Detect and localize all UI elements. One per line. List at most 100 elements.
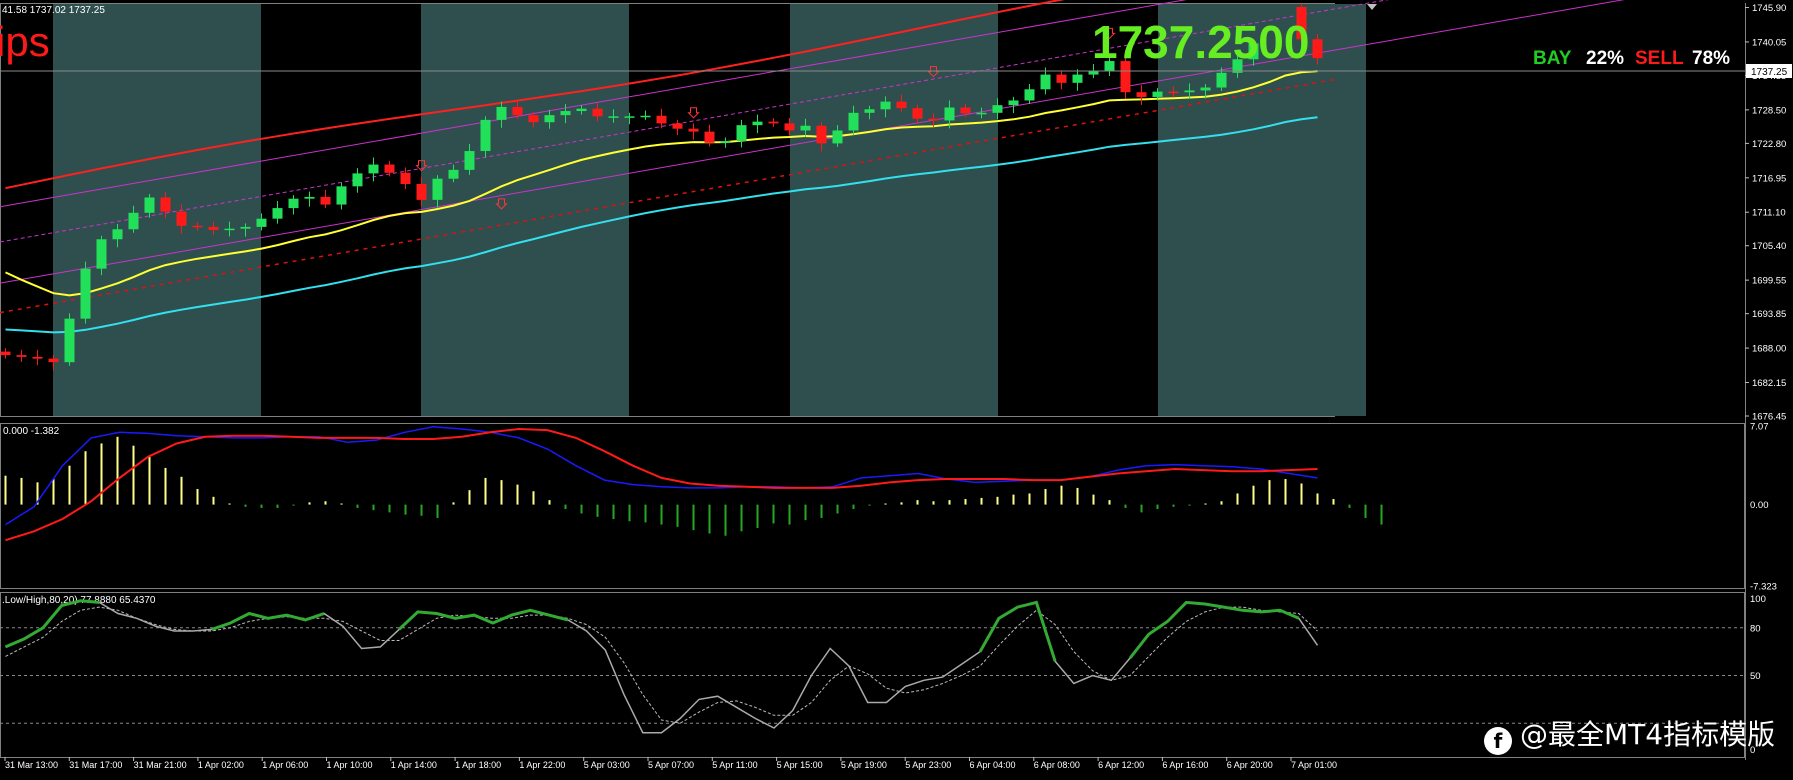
watermark-text: @最全MT4指标模版 — [1520, 718, 1776, 751]
macd-series: 7.07 0.00 -7.323 — [4, 422, 1777, 593]
candle-body — [496, 106, 507, 120]
main-price-pane[interactable]: 41.58 1737.02 1737.25 ips 1737.2500 BAY … — [0, 0, 1745, 417]
candle-body — [0, 351, 11, 356]
candle-body — [48, 358, 59, 363]
time-tick-label: 6 Apr 08:00 — [1034, 760, 1080, 770]
watermark: f @最全MT4指标模版 — [1484, 713, 1775, 755]
candle-body — [256, 218, 267, 227]
candle-body — [1168, 91, 1179, 94]
candle-body — [432, 178, 443, 200]
time-tick-label: 6 Apr 04:00 — [970, 760, 1016, 770]
trading-chart[interactable]: 41.58 1737.02 1737.25 ips 1737.2500 BAY … — [0, 0, 1793, 780]
price-tick-label: 1693.85 — [1752, 309, 1786, 320]
macd-pane[interactable]: 0.000 -1.382 7.07 0.00 -7.323 — [0, 422, 1777, 593]
price-tick-label: 1745.90 — [1752, 3, 1786, 14]
candle-body — [1216, 72, 1227, 88]
price-tick-label: 1699.55 — [1752, 276, 1786, 287]
price-tick-label: 1728.50 — [1752, 105, 1786, 116]
candle-body — [992, 105, 1003, 113]
candle-body — [416, 183, 427, 200]
stoch-overbought-segment — [211, 611, 325, 631]
price-tick-label: 1705.40 — [1752, 241, 1786, 252]
candle-body — [464, 151, 475, 170]
price-tick-label: 1722.80 — [1752, 139, 1786, 150]
candle-body — [224, 228, 235, 231]
time-tick-label: 6 Apr 16:00 — [1162, 760, 1208, 770]
candle-body — [1024, 89, 1035, 101]
candle-body — [1312, 39, 1323, 59]
time-tick-label: 31 Mar 17:00 — [69, 760, 122, 770]
current-price-tag-text: 1737.25 — [1751, 67, 1788, 78]
macd-tick-label: -7.323 — [1750, 582, 1777, 593]
time-tick-label: 1 Apr 14:00 — [391, 760, 437, 770]
stoch-overbought-segment — [978, 600, 1057, 662]
price-tick-label: 1688.00 — [1752, 344, 1786, 355]
time-tick-label: 31 Mar 21:00 — [134, 760, 187, 770]
time-tick-label: 1 Apr 02:00 — [198, 760, 244, 770]
candle-body — [448, 169, 459, 179]
session-band — [790, 4, 998, 416]
ohlc-readout: 41.58 1737.02 1737.25 — [2, 5, 105, 16]
candle-body — [704, 131, 715, 143]
candle-body — [1136, 92, 1147, 97]
candle-body — [336, 186, 347, 205]
stoch-overbought-segment — [1128, 600, 1300, 659]
candle-body — [96, 239, 107, 269]
bay-value: 22% — [1586, 48, 1624, 69]
session-band — [53, 4, 261, 416]
bay-label: BAY — [1533, 48, 1572, 69]
candle-body — [656, 115, 667, 124]
candle-body — [288, 198, 299, 209]
candle-body — [912, 108, 923, 119]
candle-body — [112, 229, 123, 240]
time-tick-label: 5 Apr 03:00 — [584, 760, 630, 770]
sell-value: 78% — [1692, 48, 1730, 69]
candle-body — [208, 226, 219, 230]
candle-body — [944, 107, 955, 121]
candle-body — [880, 101, 891, 110]
candle-body — [160, 197, 171, 212]
candle-body — [528, 115, 539, 123]
candle-body — [928, 118, 939, 121]
candle-body — [608, 116, 619, 118]
time-tick-label: 7 Apr 01:00 — [1291, 760, 1337, 770]
candle-body — [896, 101, 907, 109]
candle-body — [240, 226, 251, 229]
price-tick-label: 1682.15 — [1752, 378, 1786, 389]
macd-tick-label: 0.00 — [1750, 500, 1769, 511]
price-tick-label: 1711.10 — [1752, 208, 1786, 219]
time-tick-label: 6 Apr 20:00 — [1227, 760, 1273, 770]
candle-body — [32, 356, 43, 359]
time-tick-label: 1 Apr 22:00 — [519, 760, 565, 770]
stoch-tick-label: 100 — [1750, 594, 1766, 605]
price-tick-label: 1740.05 — [1752, 37, 1786, 48]
candle-body — [640, 115, 651, 118]
stoch-main-line — [5, 600, 1319, 734]
price-axis[interactable]: 1745.901740.051734.351728.501722.801716.… — [1745, 3, 1792, 760]
candle-body — [784, 123, 795, 131]
candle-body — [624, 116, 635, 118]
sell-label: SELL — [1635, 48, 1684, 69]
candle-body — [560, 111, 571, 116]
scroll-marker-icon[interactable] — [1367, 4, 1377, 10]
time-tick-label: 1 Apr 06:00 — [262, 760, 308, 770]
candle-body — [384, 164, 395, 173]
candle-body — [320, 196, 331, 205]
down-arrow-icon — [687, 107, 700, 119]
candle-body — [816, 125, 827, 144]
candle-body — [480, 119, 491, 152]
candle-body — [192, 225, 203, 228]
macd-tick-label: 7.07 — [1750, 422, 1769, 433]
candle-body — [592, 108, 603, 117]
candle-body — [176, 211, 187, 226]
candle-body — [848, 112, 859, 131]
candle-body — [672, 123, 683, 129]
candle-body — [576, 108, 587, 112]
candle-body — [272, 208, 283, 219]
time-tick-label: 1 Apr 18:00 — [455, 760, 501, 770]
stoch-tick-label: 80 — [1750, 623, 1761, 634]
candle-body — [16, 355, 27, 357]
candle-body — [64, 318, 75, 363]
time-tick-label: 5 Apr 11:00 — [712, 760, 757, 770]
candle-body — [1184, 90, 1195, 93]
